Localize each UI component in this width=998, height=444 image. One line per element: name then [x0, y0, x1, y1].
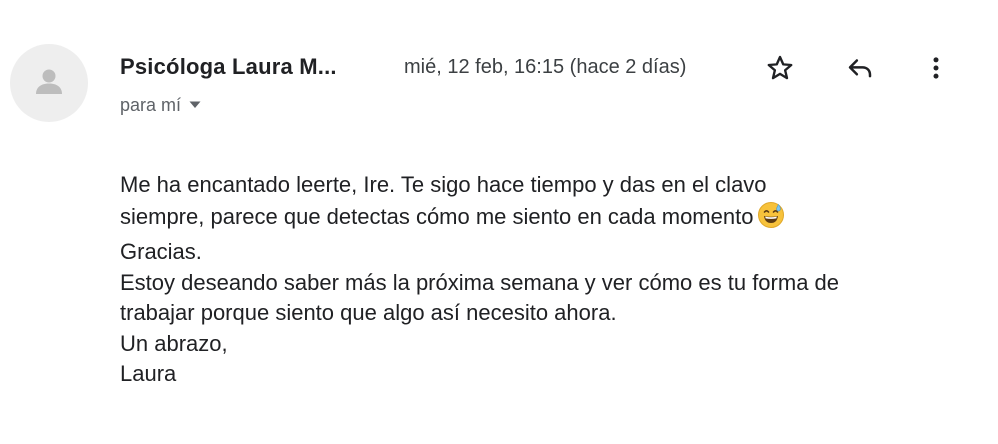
sender-row: Psicóloga Laura M... — [120, 50, 337, 84]
body-line: trabajar porque siento que algo así nece… — [120, 300, 617, 325]
email-date: mié, 12 feb, 16:15 (hace 2 días) — [404, 56, 687, 78]
body-line: Gracias. — [120, 239, 202, 264]
body-line: Laura — [120, 361, 177, 386]
reply-icon — [848, 59, 872, 78]
more-vert-icon — [933, 57, 939, 79]
sender-name[interactable]: Psicóloga Laura M... — [120, 54, 337, 80]
star-icon — [767, 55, 793, 80]
person-icon — [36, 69, 62, 94]
recipient-label: para mí — [120, 94, 182, 115]
more-options-button[interactable] — [916, 48, 956, 88]
caret-down-icon — [189, 101, 201, 108]
email-message: Psicóloga Laura M... mié, 12 feb, 16:15 … — [0, 0, 998, 444]
body-line: Me ha encantado leerte, Ire. Te sigo hac… — [120, 172, 767, 197]
sender-avatar[interactable] — [10, 44, 88, 122]
star-button[interactable] — [760, 48, 800, 88]
body-line: Un abrazo, — [120, 330, 228, 356]
reply-button[interactable] — [840, 48, 880, 88]
email-body: Me ha encantado leerte, Ire. Te sigo hac… — [120, 170, 980, 390]
body-line-text: siempre, parece que detectas cómo me sie… — [120, 203, 754, 229]
recipient-details-toggle[interactable]: para mí — [120, 92, 201, 118]
grinning-face-with-sweat-emoji — [757, 201, 785, 238]
body-line: siempre, parece que detectas cómo me sie… — [120, 201, 980, 238]
body-line: Estoy deseando saber más la próxima sema… — [120, 269, 840, 295]
